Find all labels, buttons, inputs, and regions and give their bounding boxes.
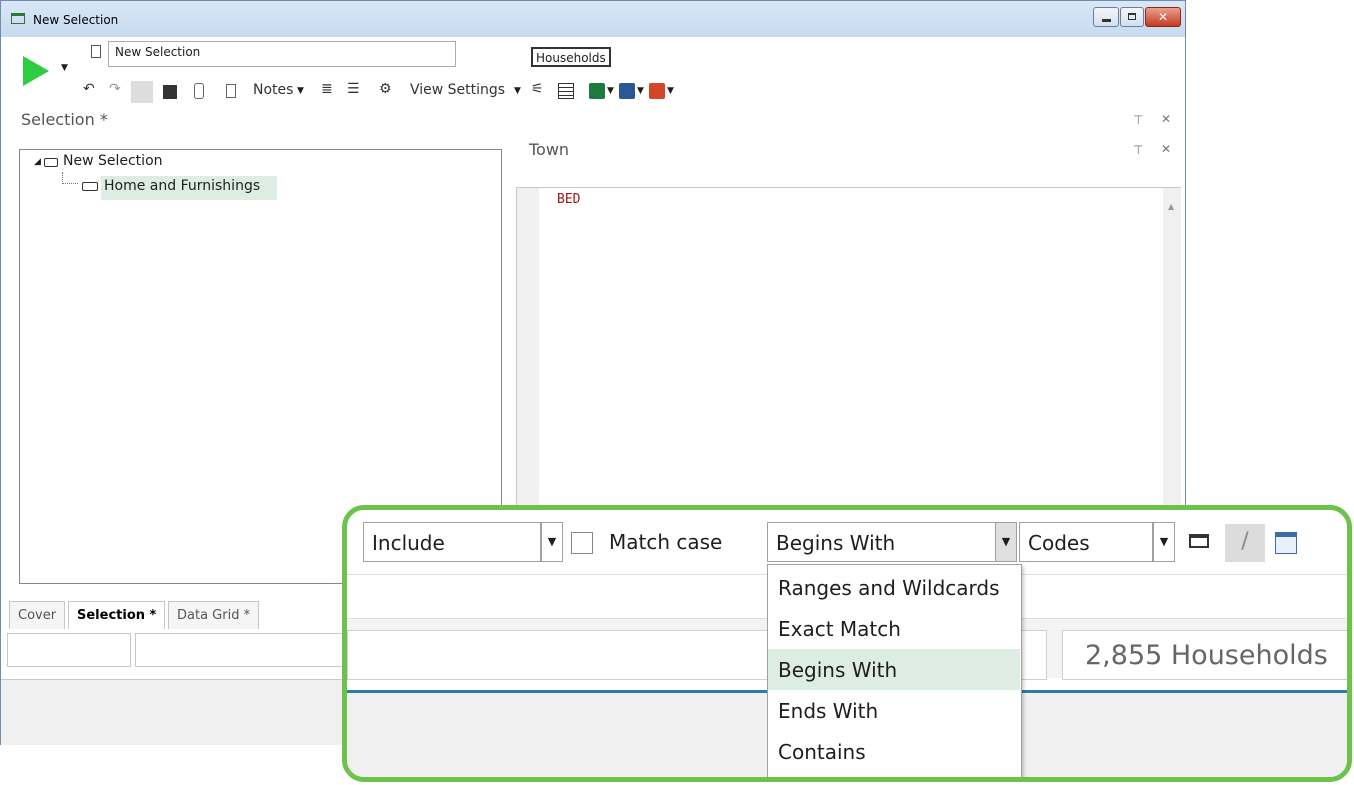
option-contains[interactable]: Contains	[768, 731, 1020, 772]
edit-icon[interactable]: /	[1225, 524, 1265, 562]
lock-icon[interactable]	[131, 81, 153, 103]
editor-scrollbar[interactable]: ▲	[1163, 188, 1181, 518]
include-combobox[interactable]: Include	[363, 522, 541, 562]
title-bar: New Selection ✕	[1, 1, 1185, 37]
tab-data-grid[interactable]: Data Grid *	[168, 601, 260, 629]
selection-name-input[interactable]: New Selection	[108, 41, 456, 67]
hierarchy-icon[interactable]: ⚟	[531, 81, 544, 97]
match-mode-dropdown-list: Ranges and Wildcards Exact Match Begins …	[767, 564, 1022, 777]
view-settings-dropdown-icon[interactable]: ▼	[514, 86, 521, 96]
database-icon[interactable]	[194, 83, 204, 99]
notes-menu[interactable]: Notes	[253, 82, 293, 98]
word-dropdown-icon[interactable]: ▼	[637, 86, 644, 96]
tree-root-label[interactable]: New Selection	[63, 153, 163, 169]
redo-icon[interactable]: ↷	[109, 81, 121, 97]
powerpoint-dropdown-icon[interactable]: ▼	[667, 86, 674, 96]
node-icon	[82, 182, 98, 191]
option-ends-with[interactable]: Ends With	[768, 690, 1020, 731]
document-icon	[91, 45, 101, 58]
town-panel-title: Town	[529, 140, 570, 159]
match-case-label: Match case	[609, 530, 723, 554]
calendar-icon[interactable]	[1275, 532, 1297, 554]
maximize-button[interactable]	[1120, 7, 1144, 27]
panel-close-icon[interactable]: ✕	[1161, 142, 1171, 156]
close-button[interactable]: ✕	[1145, 7, 1181, 27]
run-button[interactable]	[21, 54, 51, 88]
maximize-icon	[1128, 13, 1136, 20]
toolbar-area: ▼ New Selection Households ↶ ↷ Notes ▼ ≣…	[1, 37, 1185, 111]
insert-icon[interactable]	[1189, 534, 1209, 548]
window-title: New Selection	[33, 13, 119, 27]
option-begins-with[interactable]: Begins With	[768, 649, 1020, 690]
notes-dropdown-icon[interactable]: ▼	[297, 86, 304, 96]
tab-cover[interactable]: Cover	[9, 601, 66, 629]
editor-gutter	[517, 188, 539, 518]
town-editor[interactable]: BED ▲	[516, 187, 1181, 518]
scroll-up-icon[interactable]: ▲	[1168, 202, 1174, 211]
collapse-icon[interactable]: ◢	[34, 157, 41, 167]
word-icon[interactable]	[619, 83, 635, 99]
undo-icon[interactable]: ↶	[83, 81, 95, 97]
match-mode-combobox[interactable]: Begins With	[767, 522, 997, 562]
codes-dropdown-icon[interactable]: ▼	[1153, 522, 1175, 562]
option-ranges-and-wildcards[interactable]: Ranges and Wildcards	[768, 567, 1020, 608]
status-cell	[135, 633, 355, 667]
play-icon	[23, 56, 49, 86]
excel-icon[interactable]	[589, 83, 605, 99]
save-icon[interactable]	[163, 85, 177, 99]
include-dropdown-icon[interactable]: ▼	[541, 522, 563, 562]
run-dropdown-icon[interactable]: ▼	[61, 63, 68, 73]
outdent-icon[interactable]: ≣	[321, 81, 333, 97]
option-exact-match[interactable]: Exact Match	[768, 608, 1020, 649]
match-mode-dropdown-icon[interactable]: ▼	[995, 522, 1017, 562]
zoom-callout: Include ▼ Match case Begins With ▼ Codes…	[342, 505, 1352, 782]
selection-panel-title: Selection *	[21, 110, 108, 129]
settings-icon[interactable]: ⚙	[379, 81, 392, 97]
households-button[interactable]: Households	[531, 47, 611, 67]
powerpoint-icon[interactable]	[649, 83, 665, 99]
tree-connector	[62, 172, 78, 184]
household-count: 2,855 Households	[1062, 630, 1347, 680]
tree-child-label[interactable]: Home and Furnishings	[101, 176, 277, 200]
indent-icon[interactable]: ☰	[347, 81, 360, 97]
node-icon	[44, 158, 58, 167]
pin-icon[interactable]: ⊤	[1133, 143, 1143, 157]
panel-close-icon[interactable]: ✕	[1161, 112, 1171, 126]
minimize-icon	[1102, 19, 1111, 22]
editor-text[interactable]: BED	[557, 192, 580, 207]
window-icon	[11, 13, 25, 24]
status-cell	[7, 633, 131, 667]
view-settings-menu[interactable]: View Settings	[410, 82, 505, 98]
match-case-checkbox[interactable]	[571, 532, 593, 554]
clipboard-icon[interactable]	[226, 84, 236, 98]
codes-combobox[interactable]: Codes	[1019, 522, 1153, 562]
tab-selection[interactable]: Selection *	[68, 601, 166, 629]
grid-icon[interactable]	[558, 83, 574, 99]
pin-icon[interactable]: ⊤	[1133, 113, 1143, 127]
excel-dropdown-icon[interactable]: ▼	[607, 86, 614, 96]
minimize-button[interactable]	[1093, 7, 1119, 27]
